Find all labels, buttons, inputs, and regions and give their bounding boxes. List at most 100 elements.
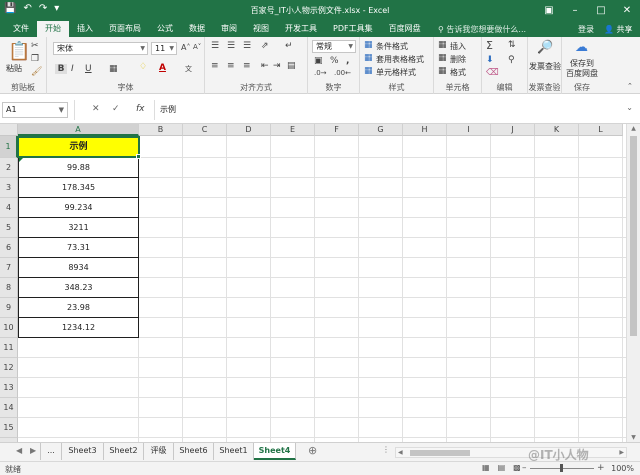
close-icon[interactable]: ✕ xyxy=(614,0,640,21)
select-all-corner[interactable] xyxy=(0,124,18,136)
cloud-save-icon[interactable]: ☁ xyxy=(575,40,588,55)
align-top-icon[interactable]: ☰ xyxy=(211,41,219,51)
comma-style-icon[interactable]: , xyxy=(346,56,349,66)
sheet-tab-0[interactable]: Sheet3 xyxy=(62,443,104,460)
align-right-icon[interactable]: ≡ xyxy=(243,61,251,71)
split-handle-icon[interactable]: ⋮ xyxy=(382,445,390,454)
autosum-icon[interactable]: Σ xyxy=(486,39,493,52)
insert-cells-button[interactable]: 插入 xyxy=(450,41,466,52)
tab-6[interactable]: 审阅 xyxy=(213,21,245,37)
sheet-tab-3[interactable]: Sheet6 xyxy=(174,443,214,460)
number-as-text-indicator[interactable] xyxy=(19,158,23,162)
more-sheets-button[interactable]: ... xyxy=(40,443,62,460)
zoom-slider-knob[interactable] xyxy=(560,464,563,472)
maximize-icon[interactable]: □ xyxy=(588,0,614,21)
page-layout-view-icon[interactable]: ▤ xyxy=(498,463,506,472)
number-format-box[interactable]: 常规 ▼ xyxy=(312,40,356,53)
row-header-10[interactable]: 10 xyxy=(0,318,18,338)
zoom-in-icon[interactable]: + xyxy=(597,463,605,473)
merge-center-icon[interactable]: ▤ xyxy=(287,61,296,71)
tab-5[interactable]: 数据 xyxy=(181,21,213,37)
tab-9[interactable]: PDF工具集 xyxy=(325,21,381,37)
column-header-K[interactable]: K xyxy=(535,124,579,136)
vertical-scrollbar[interactable]: ▲ ▼ xyxy=(626,124,640,442)
bold-icon[interactable]: B xyxy=(55,64,67,74)
zoom-level[interactable]: 100% xyxy=(611,464,634,473)
scroll-left-icon[interactable]: ◀ xyxy=(398,448,403,457)
tab-4[interactable]: 公式 xyxy=(149,21,181,37)
minimize-icon[interactable]: – xyxy=(562,0,588,21)
tab-3[interactable]: 页面布局 xyxy=(101,21,149,37)
tab-8[interactable]: 开发工具 xyxy=(277,21,325,37)
ribbon-display-icon[interactable]: ▣ xyxy=(536,0,562,21)
scroll-up-icon[interactable]: ▲ xyxy=(627,125,640,132)
column-header-C[interactable]: C xyxy=(183,124,227,136)
column-header-G[interactable]: G xyxy=(359,124,403,136)
format-as-table-button[interactable]: 套用表格格式 xyxy=(376,54,424,65)
tab-1[interactable]: 开始 xyxy=(37,21,69,37)
enter-icon[interactable]: ✓ xyxy=(112,104,120,114)
page-break-view-icon[interactable]: ▩ xyxy=(513,463,521,472)
phonetic-icon[interactable]: 文 xyxy=(185,64,192,74)
login-link[interactable]: 登录 xyxy=(578,24,594,35)
row-header-5[interactable]: 5 xyxy=(0,218,18,238)
sheet-tab-1[interactable]: Sheet2 xyxy=(104,443,144,460)
fill-handle[interactable] xyxy=(136,154,141,159)
scroll-down-icon[interactable]: ▼ xyxy=(627,434,640,441)
column-header-J[interactable]: J xyxy=(491,124,535,136)
cell-A7[interactable]: 8934 xyxy=(18,258,139,278)
cell-A8[interactable]: 348.23 xyxy=(18,278,139,298)
paste-button[interactable]: 粘贴 xyxy=(6,63,22,74)
row-header-15[interactable]: 15 xyxy=(0,418,18,438)
row-header-14[interactable]: 14 xyxy=(0,398,18,418)
align-middle-icon[interactable]: ☰ xyxy=(227,41,235,51)
name-box[interactable]: A1 ▼ xyxy=(2,102,68,118)
sheet-tab-2[interactable]: 评级 xyxy=(144,443,174,460)
font-name-box[interactable]: 宋体 ▼ xyxy=(53,42,148,55)
row-header-8[interactable]: 8 xyxy=(0,278,18,298)
collapse-ribbon-icon[interactable]: ⌃ xyxy=(627,82,633,90)
tab-10[interactable]: 百度网盘 xyxy=(381,21,429,37)
grow-font-icon[interactable]: A˄ xyxy=(181,43,190,52)
next-sheet-icon[interactable]: ▶ xyxy=(30,446,36,455)
sheet-tab-4[interactable]: Sheet1 xyxy=(214,443,254,460)
align-bottom-icon[interactable]: ☰ xyxy=(243,41,251,51)
increase-indent-icon[interactable]: ⇥ xyxy=(273,61,281,71)
paste-icon[interactable]: 📋 xyxy=(8,41,30,62)
font-color-icon[interactable]: A xyxy=(159,63,166,73)
decrease-decimal-icon[interactable]: .00← xyxy=(334,69,351,77)
formula-input[interactable]: 示例 xyxy=(160,104,176,115)
cell-A2[interactable]: 99.88 xyxy=(18,158,139,178)
save-to-baidu-line2[interactable]: 百度网盘 xyxy=(562,68,602,79)
add-sheet-icon[interactable]: ⊕ xyxy=(308,444,317,457)
column-header-L[interactable]: L xyxy=(579,124,623,136)
expand-formula-icon[interactable]: ⌄ xyxy=(626,103,633,112)
column-header-E[interactable]: E xyxy=(271,124,315,136)
align-left-icon[interactable]: ≡ xyxy=(211,61,219,71)
cell-A9[interactable]: 23.98 xyxy=(18,298,139,318)
fill-icon[interactable]: ⬇ xyxy=(486,55,494,65)
tab-0[interactable]: 文件 xyxy=(5,21,37,37)
decrease-indent-icon[interactable]: ⇤ xyxy=(261,61,269,71)
cell-A4[interactable]: 99.234 xyxy=(18,198,139,218)
vertical-scroll-thumb[interactable] xyxy=(630,136,637,336)
cancel-icon[interactable]: ✕ xyxy=(92,104,100,114)
find-select-icon[interactable]: ⚲ xyxy=(508,55,515,65)
copy-icon[interactable]: ❐ xyxy=(31,54,39,64)
share-button[interactable]: 👤 共享 xyxy=(604,24,633,35)
cut-icon[interactable]: ✂ xyxy=(31,41,39,51)
row-header-7[interactable]: 7 xyxy=(0,258,18,278)
wrap-text-icon[interactable]: ↵ xyxy=(285,41,293,51)
row-header-12[interactable]: 12 xyxy=(0,358,18,378)
increase-decimal-icon[interactable]: .0→ xyxy=(314,69,327,77)
conditional-format-button[interactable]: 条件格式 xyxy=(376,41,408,52)
zoom-out-icon[interactable]: – xyxy=(522,463,527,473)
tab-2[interactable]: 插入 xyxy=(69,21,101,37)
scroll-right-icon[interactable]: ▶ xyxy=(619,448,624,457)
row-header-2[interactable]: 2 xyxy=(0,158,18,178)
column-header-I[interactable]: I xyxy=(447,124,491,136)
shrink-font-icon[interactable]: A˅ xyxy=(193,43,201,51)
font-size-box[interactable]: 11 ▼ xyxy=(151,42,177,55)
delete-cells-button[interactable]: 删除 xyxy=(450,54,466,65)
horizontal-scrollbar[interactable]: ◀ ▶ xyxy=(395,447,627,458)
